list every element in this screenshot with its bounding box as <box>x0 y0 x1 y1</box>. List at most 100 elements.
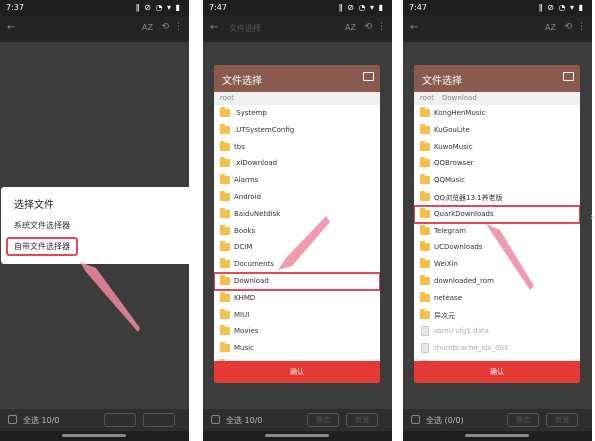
list-item[interactable]: QQMusic <box>414 172 580 189</box>
list-item-label: Telegram <box>434 226 467 235</box>
list-item-label: downloaded_rom <box>434 276 494 285</box>
back-arrow-icon[interactable]: ← <box>7 22 15 33</box>
cancel-button[interactable]: 取消 <box>546 413 578 427</box>
gesture-bar <box>203 431 392 441</box>
list-item[interactable]: Alarms <box>214 172 380 189</box>
confirm-button[interactable]: 确认 <box>214 361 380 383</box>
list-item[interactable]: BaiduNetdisk <box>214 206 380 223</box>
app-bar: ← AZ ⟲ ⋮ <box>403 16 592 42</box>
list-item-label: asmu-cfg1.data <box>434 327 489 336</box>
filter-icon[interactable]: ⟲ <box>364 22 372 32</box>
list-item-label: Books <box>234 226 256 235</box>
list-item-label: Music <box>234 344 254 353</box>
list-item-label: MIUI <box>234 310 250 319</box>
list-item[interactable]: Movies <box>214 323 380 340</box>
right-edge-handle[interactable]: › <box>589 150 595 300</box>
list-item[interactable]: Download <box>214 271 380 291</box>
list-item[interactable]: Music <box>214 340 380 357</box>
new-folder-icon[interactable] <box>563 72 574 81</box>
list-item[interactable]: QQBrowser <box>414 155 580 172</box>
select-all-label: 全选 10/0 <box>23 416 60 425</box>
breadcrumb-root[interactable]: root <box>420 94 434 102</box>
list-item[interactable]: .Systemp <box>214 105 380 122</box>
list-item[interactable]: KHMD <box>214 290 380 307</box>
list-item[interactable]: thumbcache_idx_001 <box>414 340 580 357</box>
status-icons: ǁ ⊘ ◔ ▾ ▮ <box>338 3 384 12</box>
more-menu-icon[interactable]: ⋮ <box>377 22 386 32</box>
list-item[interactable]: QuarkDownloads <box>414 204 580 224</box>
picker-title: 文件选择 <box>422 76 462 87</box>
list-item-label: BaiduNetdisk <box>234 209 281 218</box>
list-item[interactable]: KuwoMusic <box>414 139 580 156</box>
list-item[interactable]: Documents <box>214 256 380 273</box>
folder-icon <box>220 157 230 168</box>
picker-header: 文件选择 <box>214 65 380 92</box>
list-item[interactable]: asmu-cfg1.data <box>414 323 580 340</box>
confirm-button[interactable] <box>104 413 136 427</box>
list-item[interactable]: tbs <box>214 139 380 156</box>
list-item[interactable]: Books <box>214 223 380 240</box>
home-indicator[interactable] <box>62 434 126 437</box>
cancel-button[interactable]: 取消 <box>346 413 378 427</box>
folder-icon <box>420 274 430 285</box>
list-item[interactable]: Telegram <box>414 223 580 240</box>
breadcrumb-download[interactable]: Download <box>442 94 477 102</box>
list-item[interactable]: downloaded_rom <box>414 273 580 290</box>
chevron-right-icon: › <box>590 212 594 223</box>
file-picker-dialog: 文件选择 root .Systemp .UTSystemConfig tbs .xlD… <box>214 65 380 383</box>
home-indicator[interactable] <box>265 434 329 437</box>
sort-az-icon[interactable]: AZ <box>545 23 556 32</box>
breadcrumb: root <box>214 92 380 105</box>
list-item-label: WeiXin <box>434 260 458 269</box>
folder-icon <box>220 107 230 117</box>
list-item[interactable]: WeiXin <box>414 256 580 273</box>
more-menu-icon[interactable]: ⋮ <box>174 22 183 32</box>
list-item[interactable]: KongHenMusic <box>414 105 580 122</box>
builtin-file-picker-option[interactable]: 自带文件选择器 <box>6 237 78 256</box>
list-item[interactable]: 异次元 <box>414 307 580 324</box>
picker-title: 文件选择 <box>222 76 262 87</box>
list-item-label: .Systemp <box>234 109 267 117</box>
sort-az-icon[interactable]: AZ <box>142 23 153 32</box>
list-item[interactable]: netease <box>414 290 580 307</box>
folder-list: .Systemp .UTSystemConfig tbs .xlDownload Ala… <box>214 105 380 361</box>
back-arrow-icon[interactable]: ← <box>210 22 218 33</box>
more-menu-icon[interactable]: ⋮ <box>577 22 586 32</box>
cancel-button[interactable] <box>143 413 175 427</box>
breadcrumb-root[interactable]: root <box>220 94 234 102</box>
list-item[interactable]: .xlDownload <box>214 155 380 172</box>
list-item[interactable]: .UTSystemConfig <box>214 122 380 139</box>
folder-icon <box>220 174 230 185</box>
list-item[interactable]: DCIM <box>214 239 380 256</box>
folder-icon <box>220 207 230 218</box>
select-all-checkbox[interactable] <box>411 415 420 424</box>
app-bar: ← 文件选择 AZ ⟲ ⋮ <box>203 16 392 42</box>
folder-icon <box>420 207 430 218</box>
back-arrow-icon[interactable]: ← <box>410 22 418 33</box>
status-bar: 7:47 ǁ ⊘ ◔ ▾ ▮ <box>203 0 392 16</box>
folder-icon <box>220 308 230 319</box>
filter-icon[interactable]: ⟲ <box>564 22 572 32</box>
sort-az-icon[interactable]: AZ <box>345 23 356 32</box>
dialog-title: 选择文件 <box>14 200 54 211</box>
system-file-picker-option[interactable]: 系统文件选择器 <box>14 220 70 231</box>
folder-icon <box>220 123 230 134</box>
folder-icon <box>420 190 430 201</box>
select-all-checkbox[interactable] <box>8 415 17 424</box>
folder-icon <box>220 241 230 252</box>
home-indicator[interactable] <box>465 434 529 437</box>
list-item[interactable]: Android <box>214 189 380 206</box>
list-item-label: Movies <box>234 327 259 336</box>
confirm-button[interactable]: 确定 <box>307 413 339 427</box>
filter-icon[interactable]: ⟲ <box>161 22 169 32</box>
screen-3: 7:47 ǁ ⊘ ◔ ▾ ▮ ← AZ ⟲ ⋮ 文件选择 root Downlo… <box>403 0 592 441</box>
list-item[interactable]: UCDownloads <box>414 239 580 256</box>
select-all-checkbox[interactable] <box>211 415 220 424</box>
folder-icon <box>220 224 230 235</box>
confirm-button[interactable]: 确定 <box>507 413 539 427</box>
list-item[interactable]: MIUI <box>214 307 380 324</box>
new-folder-icon[interactable] <box>363 72 374 81</box>
list-item[interactable]: KuGouLite <box>414 122 580 139</box>
list-item[interactable]: QQ浏览器13.1养老版 <box>414 189 580 206</box>
confirm-button[interactable]: 确认 <box>414 361 580 383</box>
